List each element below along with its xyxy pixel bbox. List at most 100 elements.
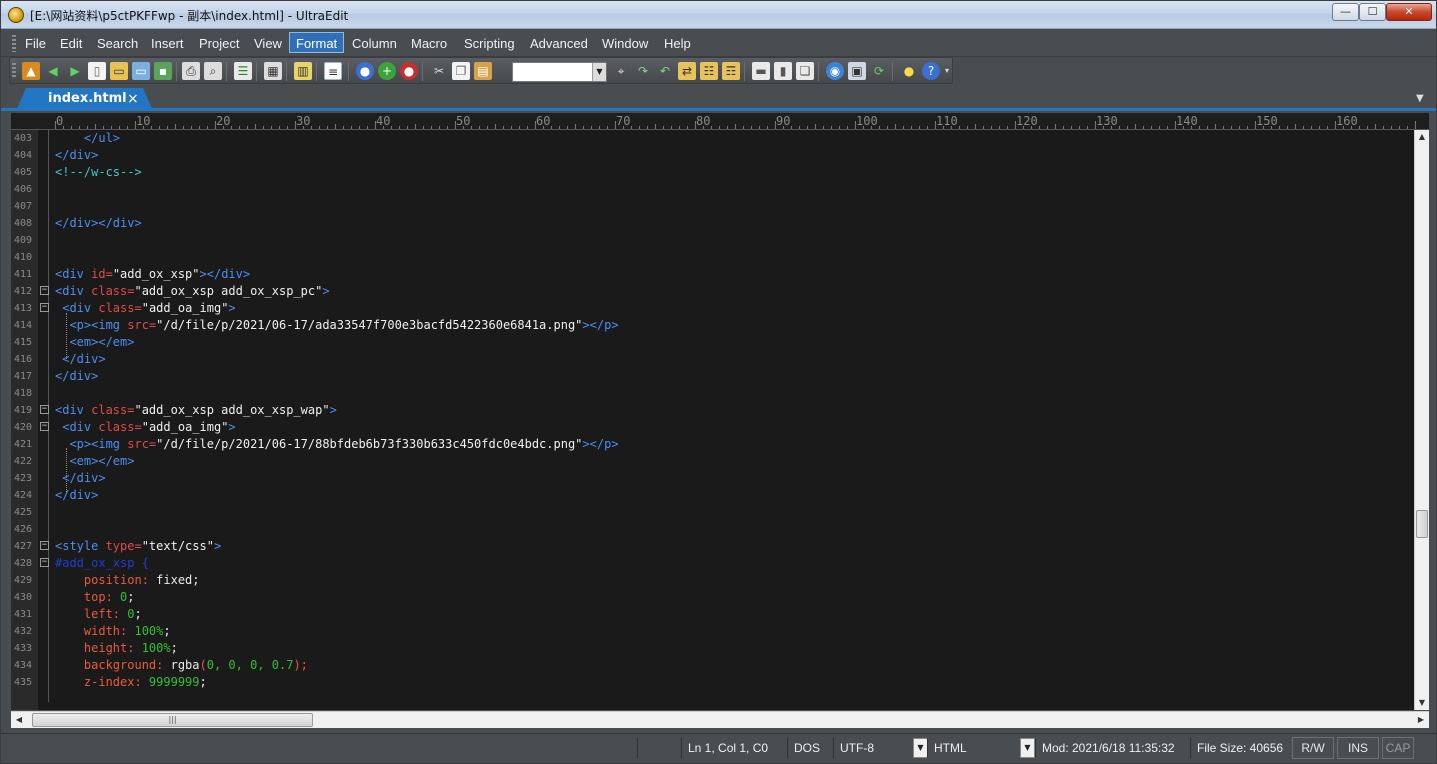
code-line[interactable]: 418	[11, 385, 1411, 402]
code-line[interactable]: 432 width: 100%;	[11, 623, 1411, 640]
insert-mode-toggle[interactable]: INS	[1337, 737, 1379, 759]
print-icon[interactable]: ⎙	[182, 62, 200, 80]
tile-vertical-icon[interactable]: ▮	[774, 62, 792, 80]
tip-lightbulb-icon[interactable]: ●	[900, 62, 918, 80]
fold-toggle-icon[interactable]: −	[40, 558, 49, 567]
vertical-scroll-thumb[interactable]	[1416, 510, 1428, 538]
cascade-icon[interactable]: ❏	[796, 62, 814, 80]
open-project-icon[interactable]: ▲	[22, 62, 40, 80]
code-line[interactable]: 416 </div>	[11, 351, 1411, 368]
code-line[interactable]: 404 </div>	[11, 147, 1411, 164]
code-line[interactable]: 419− <div class="add_ox_xsp add_ox_xsp_wa…	[11, 402, 1411, 419]
syntax-dropdown-icon[interactable]: ▼	[1020, 738, 1035, 758]
close-file-icon[interactable]: ▭	[132, 62, 150, 80]
code-line[interactable]: 409	[11, 232, 1411, 249]
replace-icon[interactable]: ⇄	[678, 62, 696, 80]
menu-view[interactable]: View	[248, 33, 288, 54]
column-mode-icon[interactable]: ▥	[294, 62, 312, 80]
code-line[interactable]: 424 </div>	[11, 487, 1411, 504]
code-line[interactable]: 434 background: rgba(0, 0, 0, 0.7);	[11, 657, 1411, 674]
code-line[interactable]: 414 <p><img src="/d/file/p/2021/06-17/ad…	[11, 317, 1411, 334]
cursor-position[interactable]: Ln 1, Col 1, C0	[681, 738, 787, 758]
code-line[interactable]: 429 position: fixed;	[11, 572, 1411, 589]
code-line[interactable]: 420− <div class="add_oa_img">	[11, 419, 1411, 436]
chevron-down-icon[interactable]: ▼	[592, 63, 606, 81]
code-line[interactable]: 430 top: 0;	[11, 589, 1411, 606]
forward-arrow-icon[interactable]: ▶	[66, 62, 84, 80]
close-window-button[interactable]: ✕	[1386, 3, 1432, 21]
code-line[interactable]: 412− <div class="add_ox_xsp add_ox_xsp_pc…	[11, 283, 1411, 300]
spell-check-icon[interactable]: ☰	[234, 62, 252, 80]
fold-toggle-icon[interactable]: −	[40, 303, 49, 312]
code-line[interactable]: 413− <div class="add_oa_img">	[11, 300, 1411, 317]
code-line[interactable]: 427− <style type="text/css">	[11, 538, 1411, 555]
new-file-icon[interactable]: ▯	[88, 62, 106, 80]
menu-help[interactable]: Help	[658, 33, 697, 54]
print-preview-icon[interactable]: ⌕	[204, 62, 222, 80]
menu-window[interactable]: Window	[596, 33, 654, 54]
fold-toggle-icon[interactable]: −	[40, 286, 49, 295]
code-line[interactable]: 411 <div id="add_ox_xsp"></div>	[11, 266, 1411, 283]
code-line[interactable]: 425	[11, 504, 1411, 521]
code-line[interactable]: 431 left: 0;	[11, 606, 1411, 623]
code-line[interactable]: 417 </div>	[11, 368, 1411, 385]
back-arrow-icon[interactable]: ◀	[44, 62, 62, 80]
save-icon[interactable]: ▪	[154, 62, 172, 80]
record-macro-icon[interactable]: ●	[356, 62, 374, 80]
minimize-button[interactable]: —	[1332, 3, 1359, 21]
menu-macro[interactable]: Macro	[405, 33, 453, 54]
fold-toggle-icon[interactable]: −	[40, 422, 49, 431]
code-line[interactable]: 428− #add_ox_xsp {	[11, 555, 1411, 572]
menu-advanced[interactable]: Advanced	[524, 33, 594, 54]
stop-macro-icon[interactable]: ●	[400, 62, 418, 80]
find-icon[interactable]: ⌖	[612, 62, 630, 80]
code-editor[interactable]: 403 </ul> 404 </div> 405 <!--/w-cs--> 406 407 4…	[11, 130, 1414, 710]
fold-toggle-icon[interactable]: −	[40, 541, 49, 550]
menu-project[interactable]: Project	[193, 33, 245, 54]
menu-search[interactable]: Search	[91, 33, 144, 54]
code-line[interactable]: 405 <!--/w-cs-->	[11, 164, 1411, 181]
word-wrap-icon[interactable]: ≡	[324, 62, 342, 80]
menu-scripting[interactable]: Scripting	[458, 33, 521, 54]
title-bar[interactable]: [E:\网站资料\p5ctPKFFwp - 副本\index.html] - U…	[1, 1, 1436, 29]
horizontal-scroll-thumb[interactable]: |||	[32, 713, 313, 727]
tile-horizontal-icon[interactable]: ▬	[752, 62, 770, 80]
find-next-icon[interactable]: ↷	[634, 62, 652, 80]
menu-format[interactable]: Format	[289, 32, 345, 53]
close-tab-icon[interactable]: ×	[127, 88, 139, 110]
horizontal-scrollbar[interactable]: ◀ ||| ▶	[11, 711, 1429, 728]
line-ending[interactable]: DOS	[787, 738, 833, 758]
code-line[interactable]: 423 </div>	[11, 470, 1411, 487]
read-write-toggle[interactable]: R/W	[1292, 737, 1334, 759]
code-line[interactable]: 415 <em></em>	[11, 334, 1411, 351]
code-line[interactable]: 421 <p><img src="/d/file/p/2021/06-17/88…	[11, 436, 1411, 453]
code-line[interactable]: 410	[11, 249, 1411, 266]
vertical-scrollbar[interactable]: ▲ ▼	[1414, 130, 1429, 710]
ultraedit-app-icon[interactable]	[8, 7, 24, 23]
ftp-icon[interactable]: ▣	[848, 62, 866, 80]
code-line[interactable]: 406	[11, 181, 1411, 198]
code-line[interactable]: 408 </div></div>	[11, 215, 1411, 232]
menu-grip[interactable]	[12, 35, 16, 52]
toolbar-overflow-icon[interactable]: ▾	[942, 62, 952, 80]
tab-index-html[interactable]: index.html ×	[16, 88, 153, 111]
menu-insert[interactable]: Insert	[145, 33, 190, 54]
menu-file[interactable]: File	[19, 33, 52, 54]
scroll-right-icon[interactable]: ▶	[1413, 712, 1429, 728]
encoding[interactable]: UTF-8	[833, 738, 913, 758]
scroll-left-icon[interactable]: ◀	[11, 712, 27, 728]
open-folder-icon[interactable]: ▭	[110, 62, 128, 80]
tab-list-dropdown-icon[interactable]: ▼	[1416, 93, 1424, 104]
clipboard-combo[interactable]: ▼	[512, 62, 607, 82]
find-prev-icon[interactable]: ↶	[656, 62, 674, 80]
syntax-highlight[interactable]: HTML	[927, 738, 1019, 758]
encoding-dropdown-icon[interactable]: ▼	[913, 738, 928, 758]
refresh-icon[interactable]: ⟳	[870, 62, 888, 80]
menu-column[interactable]: Column	[346, 33, 403, 54]
replace-in-files-icon[interactable]: ☶	[722, 62, 740, 80]
code-line[interactable]: 403 </ul>	[11, 130, 1411, 147]
scroll-up-icon[interactable]: ▲	[1415, 130, 1429, 144]
toolbar-grip[interactable]	[12, 63, 16, 79]
maximize-button[interactable]: ☐	[1359, 3, 1386, 21]
hex-mode-icon[interactable]: ▦	[264, 62, 282, 80]
